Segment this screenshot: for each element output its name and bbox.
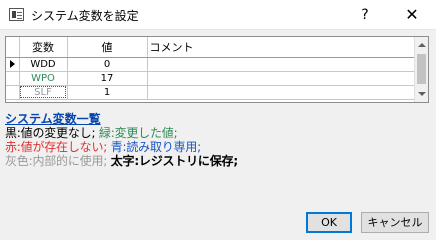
table-row[interactable]: WPO 17 [6,71,416,86]
row-pointer-icon [9,60,15,68]
scroll-up-icon[interactable] [418,43,426,47]
dialog-window-icon [9,8,24,21]
legend-gray: 灰色:内部的に使用; [5,154,108,168]
system-variable-grid[interactable]: 変数 値 コメント WDD 0 WPO 17 SLF 1 [5,36,429,103]
variable-value-cell[interactable]: 1 [67,85,148,100]
row-indicator-header [6,37,20,58]
variable-value-cell[interactable]: 17 [67,71,148,86]
help-button[interactable]: ? [350,3,380,27]
variable-name-cell[interactable]: SLF [19,85,68,100]
table-header-row: 変数 値 コメント [6,37,416,58]
column-header-value[interactable]: 値 [67,37,148,58]
row-indicator-cell[interactable] [6,71,20,86]
title-bar: システム変数を設定 ? ✕ [0,0,436,30]
cancel-button[interactable]: キャンセル [361,212,429,233]
variable-value-cell[interactable]: 0 [67,57,148,72]
row-indicator-cell[interactable] [6,57,20,72]
table-row[interactable]: WDD 0 [6,57,416,72]
vertical-scrollbar[interactable] [414,37,428,102]
variable-comment-cell[interactable] [147,71,416,86]
scrollbar-thumb[interactable] [417,54,426,84]
table-row[interactable]: SLF 1 [6,85,416,100]
legend-line-3: 灰色:内部的に使用; 太字:レジストリに保存; [5,152,238,169]
column-header-variable[interactable]: 変数 [19,37,68,58]
scroll-down-icon[interactable] [418,92,426,96]
variable-table: 変数 値 コメント WDD 0 WPO 17 SLF 1 [6,37,416,100]
variable-comment-cell[interactable] [147,85,416,100]
row-indicator-cell[interactable] [6,85,20,100]
column-header-comment[interactable]: コメント [147,37,416,58]
variable-name-cell[interactable]: WPO [19,71,68,86]
variable-name-cell[interactable]: WDD [19,57,68,72]
close-button[interactable]: ✕ [396,3,428,27]
variable-comment-cell[interactable] [147,57,416,72]
ok-button[interactable]: OK [306,212,352,233]
legend-bold: 太字:レジストリに保存; [110,154,238,168]
window-title: システム変数を設定 [31,9,139,23]
